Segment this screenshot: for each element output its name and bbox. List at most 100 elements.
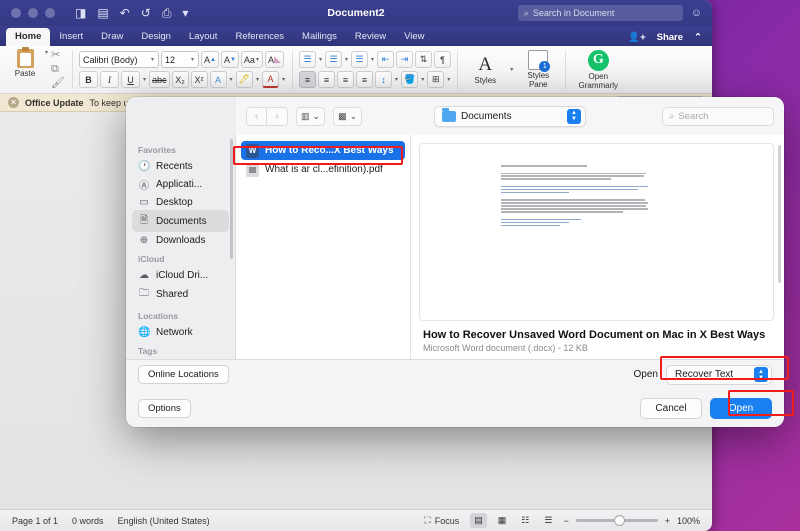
open-button[interactable]: Open [710, 398, 772, 419]
chevron-down-icon[interactable]: ▾ [150, 56, 155, 63]
align-center-button[interactable]: ≡ [318, 71, 335, 88]
font-name-combobox[interactable]: Calibri (Body) ▾ [79, 51, 159, 68]
tab-review[interactable]: Review [346, 28, 395, 46]
print-icon[interactable]: ⎙ [162, 7, 172, 19]
navigation-segmented-control[interactable]: ‹ › [246, 107, 288, 126]
text-effects-button[interactable]: A [210, 71, 227, 88]
sidebar-scrollbar[interactable] [230, 139, 233, 259]
stepper-icon[interactable]: ▲▼ [754, 367, 768, 382]
stepper-icon[interactable]: ▲▼ [567, 109, 581, 124]
zoom-slider[interactable] [576, 519, 658, 522]
tab-insert[interactable]: Insert [50, 28, 92, 46]
save-icon[interactable]: ▤ [97, 7, 108, 19]
underline-button[interactable]: U [121, 71, 140, 88]
zoom-window-button[interactable] [45, 8, 55, 18]
grow-font-button[interactable]: A▲ [201, 51, 219, 68]
change-case-button[interactable]: Aa▾ [241, 51, 263, 68]
styles-button[interactable]: A Styles [464, 55, 506, 85]
paste-options-chevron-icon[interactable]: ▾ [44, 49, 49, 56]
chevron-down-icon[interactable]: ⌄ [350, 111, 358, 122]
borders-button[interactable]: ⊞ [427, 71, 444, 88]
tab-references[interactable]: References [226, 28, 293, 46]
cancel-button[interactable]: Cancel [640, 398, 702, 419]
multilevel-list-button[interactable]: ☰ [351, 51, 368, 68]
sidebar-item-applications[interactable]: Ⓐ Applicati... [132, 174, 229, 194]
undo-icon[interactable]: ↶ [120, 7, 130, 19]
superscript-button[interactable]: X² [191, 71, 208, 88]
tab-design[interactable]: Design [132, 28, 180, 46]
customize-toolbar-icon[interactable]: ▾ [182, 7, 188, 19]
tab-mailings[interactable]: Mailings [293, 28, 346, 46]
preview-scrollbar[interactable] [778, 145, 781, 283]
outline-view-button[interactable]: ☷ [517, 513, 533, 528]
share-button[interactable]: 👤+ Share ⌃ [628, 32, 702, 46]
tab-layout[interactable]: Layout [180, 28, 227, 46]
list-item[interactable]: How to Reco...X Best Ways [241, 141, 405, 160]
zoom-in-button[interactable]: + [665, 516, 670, 526]
align-left-button[interactable]: ≡ [299, 71, 316, 88]
draft-view-button[interactable]: ☰ [540, 513, 556, 528]
close-window-button[interactable] [11, 8, 21, 18]
open-grammarly-button[interactable]: G Open Grammarly [572, 50, 624, 90]
bullets-button[interactable]: ☰ [299, 51, 316, 68]
quick-access-toolbar[interactable]: ◨ ▤ ↶ ↺ ⎙ ▾ [75, 7, 188, 19]
tab-draw[interactable]: Draw [92, 28, 132, 46]
file-list[interactable]: How to Reco...X Best Ways What is ar cl.… [236, 135, 411, 359]
zoom-out-button[interactable]: − [563, 516, 568, 526]
clear-formatting-button[interactable]: A◣ [265, 51, 284, 68]
sidebar-toggle-icon[interactable]: ◨ [75, 7, 86, 19]
web-layout-view-button[interactable]: ▦ [494, 513, 511, 528]
open-format-popup-button[interactable]: Recover Text ▲▼ [666, 365, 772, 385]
subscript-button[interactable]: X₂ [172, 71, 189, 88]
numbering-button[interactable]: ☰ [325, 51, 342, 68]
styles-pane-button[interactable]: Styles Pane [517, 50, 559, 89]
redo-icon[interactable]: ↺ [141, 7, 151, 19]
print-layout-view-button[interactable]: ▤ [470, 513, 487, 528]
sidebar-item-desktop[interactable]: ▭ Desktop [132, 194, 229, 210]
minimize-window-button[interactable] [28, 8, 38, 18]
options-button[interactable]: Options [138, 399, 191, 418]
shrink-font-button[interactable]: A▼ [221, 51, 239, 68]
forward-button[interactable]: › [267, 107, 288, 126]
list-item[interactable]: What is ar cl...efinition).pdf [241, 160, 405, 179]
dialog-sidebar[interactable]: Favorites 🕐 Recents Ⓐ Applicati... ▭ Des… [126, 135, 236, 359]
tab-home[interactable]: Home [6, 28, 50, 46]
cut-scissors-icon[interactable]: ✂ [51, 49, 65, 62]
sidebar-item-documents[interactable]: 🗎 Documents [132, 210, 229, 232]
increase-indent-button[interactable]: ⇥ [396, 51, 413, 68]
sidebar-item-network[interactable]: 🌐 Network [132, 324, 229, 340]
search-in-document-input[interactable]: ⌕ Search in Document [518, 5, 683, 21]
format-painter-icon[interactable]: 🖌 [51, 77, 65, 90]
zoom-level-label[interactable]: 100% [677, 516, 700, 526]
language-label[interactable]: English (United States) [118, 516, 210, 526]
group-by-button[interactable]: ▩ ⌄ [333, 107, 362, 126]
underline-options-chevron-icon[interactable]: ▾ [142, 76, 147, 83]
collapse-ribbon-icon[interactable]: ⌃ [694, 32, 702, 43]
window-traffic-lights[interactable] [11, 8, 55, 18]
back-button[interactable]: ‹ [246, 107, 267, 126]
italic-button[interactable]: I [100, 71, 119, 88]
paste-button[interactable]: Paste [8, 49, 42, 78]
tab-view[interactable]: View [395, 28, 433, 46]
styles-chevron-icon[interactable]: ▾ [509, 66, 514, 73]
focus-mode-button[interactable]: ⛶ Focus [420, 513, 463, 528]
sidebar-item-downloads[interactable]: ⊕ Downloads [132, 232, 229, 248]
sidebar-item-recents[interactable]: 🕐 Recents [132, 158, 229, 174]
sidebar-item-icloud-drive[interactable]: ☁ iCloud Dri... [132, 267, 229, 283]
sort-button[interactable]: ⇅ [415, 51, 432, 68]
show-formatting-marks-button[interactable]: ¶ [434, 51, 451, 68]
chevron-down-icon[interactable]: ⌄ [313, 111, 321, 122]
dialog-search-input[interactable]: ⌕ Search [662, 107, 774, 126]
word-count-label[interactable]: 0 words [72, 516, 104, 526]
strikethrough-button[interactable]: abc [149, 71, 170, 88]
sidebar-item-shared[interactable]: 🗀 Shared [132, 283, 229, 305]
location-popup-button[interactable]: Documents ▲▼ [434, 106, 586, 127]
align-right-button[interactable]: ≡ [337, 71, 354, 88]
highlight-color-button[interactable]: 🖊 [236, 71, 253, 88]
line-spacing-button[interactable]: ↕ [375, 71, 392, 88]
close-icon[interactable]: ✕ [8, 97, 19, 108]
online-locations-button[interactable]: Online Locations [138, 365, 229, 384]
font-size-combobox[interactable]: 12 ▾ [161, 51, 199, 68]
bold-button[interactable]: B [79, 71, 98, 88]
decrease-indent-button[interactable]: ⇤ [377, 51, 394, 68]
